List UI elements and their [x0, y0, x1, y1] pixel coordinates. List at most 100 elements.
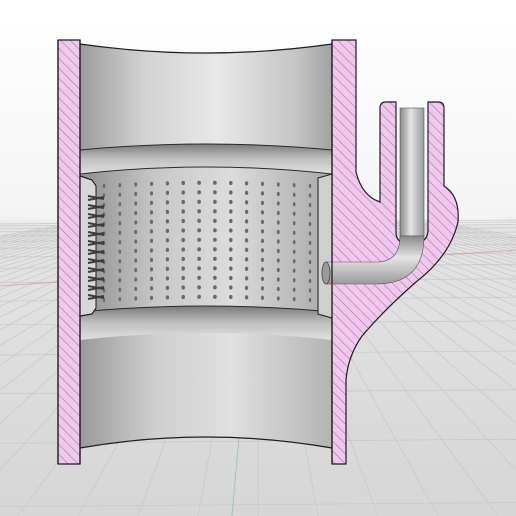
- screen-hole: [276, 286, 280, 292]
- screen-hole: [181, 199, 185, 205]
- screen-hole: [229, 285, 233, 290]
- screen-hole: [244, 247, 249, 252]
- screen-hole: [292, 268, 296, 273]
- screen-hole: [134, 258, 138, 263]
- screen-hole: [213, 199, 217, 204]
- screen-hole: [118, 268, 122, 273]
- screen-hole: [165, 219, 170, 224]
- screen-hole: [308, 278, 312, 284]
- screen-hole: [181, 209, 185, 214]
- screen-hole: [308, 288, 312, 293]
- screen-hole: [165, 247, 170, 252]
- screen-hole: [244, 276, 249, 281]
- screen-hole: [276, 182, 280, 187]
- screen-hole: [260, 295, 265, 300]
- screen-hole: [134, 277, 138, 282]
- screen-hole: [213, 294, 217, 299]
- screen-hole: [197, 228, 201, 233]
- screen-hole: [197, 180, 201, 185]
- screen-hole: [292, 192, 296, 197]
- screen-hole: [134, 220, 138, 225]
- screen-hole: [165, 190, 170, 195]
- screen-hole: [260, 191, 265, 196]
- screen-hole: [244, 295, 249, 300]
- screen-hole: [244, 181, 249, 186]
- screen-hole: [165, 257, 170, 262]
- screen-hole: [181, 275, 185, 281]
- screen-hole: [134, 248, 138, 254]
- screen-hole: [229, 199, 233, 205]
- screen-hole: [260, 248, 265, 253]
- screen-hole: [260, 276, 265, 281]
- screen-hole: [197, 218, 201, 223]
- screen-hole: [229, 256, 233, 262]
- screen-hole: [197, 237, 201, 242]
- screen-hole: [213, 228, 217, 233]
- screen-hole: [134, 182, 138, 187]
- screen-hole: [229, 190, 233, 195]
- screen-hole: [276, 191, 280, 197]
- screen-hole: [260, 210, 265, 215]
- screen-hole: [149, 181, 154, 186]
- screen-hole: [292, 240, 296, 245]
- screen-hole: [260, 238, 265, 243]
- screen-hole: [308, 231, 312, 236]
- screen-hole: [165, 276, 170, 281]
- screen-hole: [118, 249, 122, 254]
- screen-hole: [244, 190, 249, 195]
- screen-hole: [165, 285, 170, 290]
- screen-hole: [276, 210, 280, 216]
- screen-hole: [244, 219, 249, 224]
- screen-hole: [149, 267, 154, 272]
- screen-hole: [229, 180, 233, 186]
- screen-hole: [149, 229, 154, 234]
- screen-hole: [118, 183, 122, 188]
- screen-hole: [213, 256, 217, 261]
- screen-hole: [213, 218, 217, 223]
- screen-hole: [260, 267, 265, 272]
- screen-hole: [197, 275, 201, 280]
- screen-hole: [149, 257, 154, 262]
- screen-hole: [260, 200, 265, 205]
- lower-bore: [79, 305, 333, 449]
- screen-hole: [292, 221, 296, 226]
- screen-hole: [260, 181, 265, 186]
- screen-hole: [149, 248, 154, 253]
- screen-hole: [118, 259, 122, 264]
- cad-canvas[interactable]: [0, 0, 516, 516]
- screen-hole: [276, 296, 280, 301]
- screen-hole: [197, 266, 201, 271]
- screen-hole: [308, 259, 312, 265]
- screen-hole: [102, 183, 106, 189]
- screen-hole: [213, 190, 217, 195]
- screen-hole: [213, 180, 217, 185]
- screen-hole: [134, 210, 138, 216]
- screen-hole: [181, 228, 185, 233]
- screen-hole: [276, 229, 280, 235]
- screen-hole: [244, 200, 249, 205]
- screen-hole: [308, 250, 312, 255]
- screen-hole: [308, 212, 312, 217]
- screen-hole: [181, 180, 185, 186]
- screen-hole: [213, 209, 217, 214]
- screen-hole: [308, 202, 312, 208]
- screen-hole: [181, 266, 185, 271]
- screen-hole: [181, 190, 185, 195]
- screen-hole: [134, 229, 138, 235]
- screen-hole: [244, 266, 249, 271]
- screen-hole: [292, 287, 296, 292]
- perforated-screen: [79, 166, 333, 318]
- screen-hole: [260, 219, 265, 224]
- 3d-viewport[interactable]: [0, 0, 516, 516]
- screen-hole: [118, 192, 122, 197]
- screen-hole: [197, 285, 201, 290]
- screen-hole: [149, 286, 154, 291]
- screen-hole: [292, 278, 296, 283]
- screen-hole: [276, 267, 280, 273]
- screen-hole: [118, 202, 122, 207]
- screen-hole: [276, 248, 280, 254]
- screen-hole: [276, 277, 280, 282]
- screen-hole: [197, 190, 201, 195]
- screen-hole: [165, 266, 170, 271]
- screen-hole: [276, 239, 280, 244]
